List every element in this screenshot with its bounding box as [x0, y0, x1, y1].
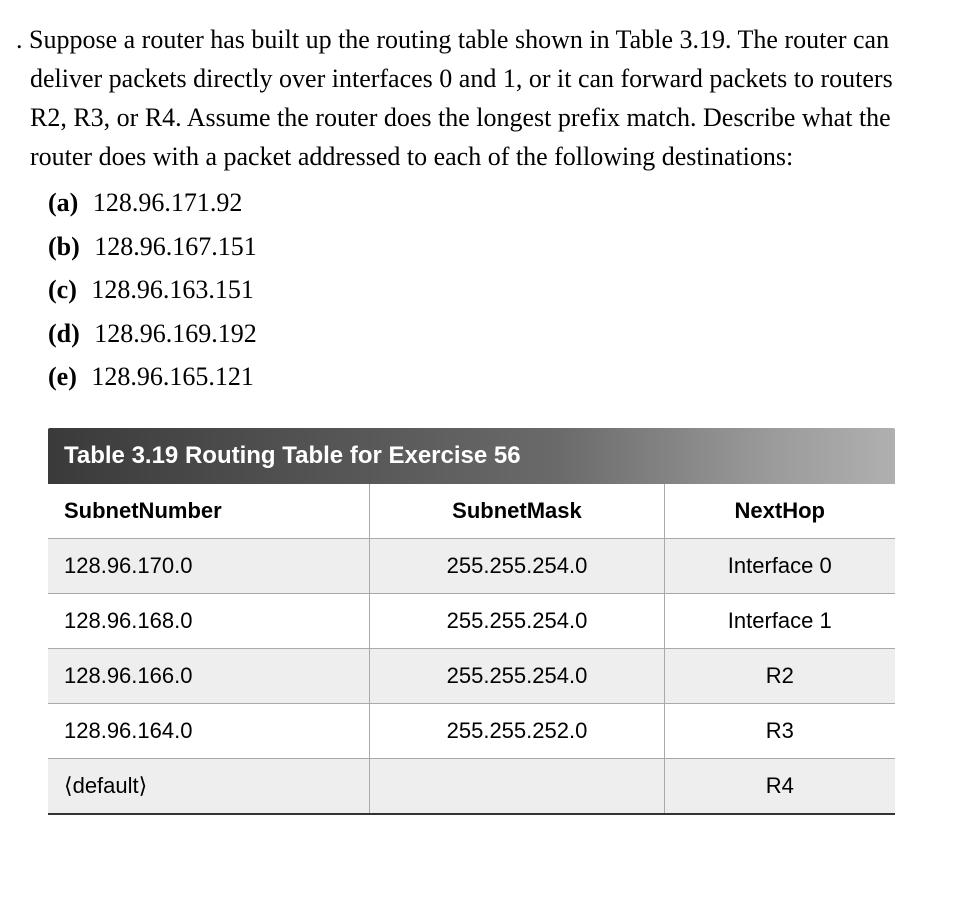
sub-value: 128.96.171.92	[93, 188, 243, 217]
table-header-row: SubnetNumber SubnetMask NextHop	[48, 484, 895, 539]
header-subnet: SubnetNumber	[48, 484, 370, 539]
cell-hop: Interface 1	[664, 593, 895, 648]
sub-label: (c)	[48, 275, 77, 304]
question-paragraph: . Suppose a router has built up the rout…	[30, 20, 935, 176]
sub-question-list: (a) 128.96.171.92 (b) 128.96.167.151 (c)…	[30, 182, 935, 398]
table-row: 128.96.166.0 255.255.254.0 R2	[48, 648, 895, 703]
sub-label: (e)	[48, 362, 77, 391]
sub-item-b: (b) 128.96.167.151	[48, 226, 935, 268]
header-mask: SubnetMask	[370, 484, 664, 539]
sub-label: (b)	[48, 232, 80, 261]
routing-table-container: Table 3.19 Routing Table for Exercise 56…	[48, 428, 895, 815]
cell-hop: R4	[664, 758, 895, 814]
sub-label: (d)	[48, 319, 80, 348]
table-row: 128.96.168.0 255.255.254.0 Interface 1	[48, 593, 895, 648]
sub-label: (a)	[48, 188, 78, 217]
sub-value: 128.96.169.192	[94, 319, 257, 348]
cell-subnet: 128.96.170.0	[48, 538, 370, 593]
cell-mask: 255.255.254.0	[370, 538, 664, 593]
table-title: Table 3.19 Routing Table for Exercise 56	[48, 428, 895, 484]
routing-table: SubnetNumber SubnetMask NextHop 128.96.1…	[48, 484, 895, 815]
header-hop: NextHop	[664, 484, 895, 539]
sub-item-c: (c) 128.96.163.151	[48, 269, 935, 311]
cell-mask: 255.255.254.0	[370, 648, 664, 703]
table-row: 128.96.170.0 255.255.254.0 Interface 0	[48, 538, 895, 593]
sub-value: 128.96.163.151	[91, 275, 254, 304]
cell-hop: R3	[664, 703, 895, 758]
cell-subnet: ⟨default⟩	[48, 758, 370, 814]
sub-item-a: (a) 128.96.171.92	[48, 182, 935, 224]
table-row: ⟨default⟩ R4	[48, 758, 895, 814]
question-body: Suppose a router has built up the routin…	[29, 25, 893, 171]
cell-mask	[370, 758, 664, 814]
sub-value: 128.96.167.151	[94, 232, 257, 261]
cell-mask: 255.255.252.0	[370, 703, 664, 758]
sub-item-e: (e) 128.96.165.121	[48, 356, 935, 398]
cell-subnet: 128.96.166.0	[48, 648, 370, 703]
table-row: 128.96.164.0 255.255.252.0 R3	[48, 703, 895, 758]
cell-hop: R2	[664, 648, 895, 703]
cell-subnet: 128.96.164.0	[48, 703, 370, 758]
cell-mask: 255.255.254.0	[370, 593, 664, 648]
sub-value: 128.96.165.121	[91, 362, 254, 391]
cell-subnet: 128.96.168.0	[48, 593, 370, 648]
sub-item-d: (d) 128.96.169.192	[48, 313, 935, 355]
cell-hop: Interface 0	[664, 538, 895, 593]
lead-punct: .	[16, 25, 23, 54]
